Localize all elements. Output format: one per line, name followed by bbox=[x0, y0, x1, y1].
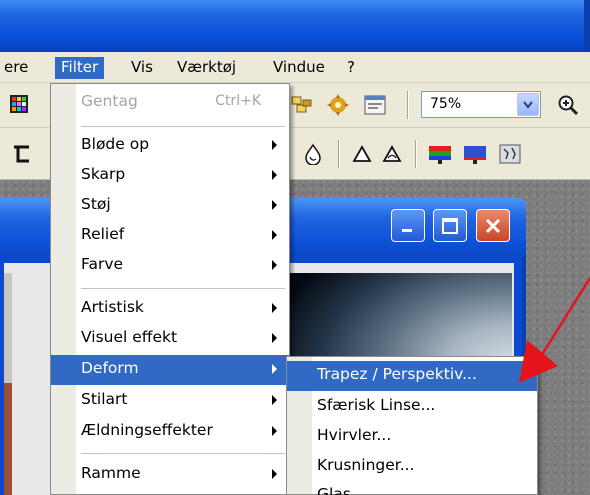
menu-item-label: Deform bbox=[81, 359, 139, 377]
menu-help[interactable]: ? bbox=[347, 57, 355, 79]
menu-item-label: Hvirvler... bbox=[317, 426, 392, 444]
submenu-arrow-icon bbox=[272, 303, 277, 313]
gradient-bar-icon[interactable] bbox=[461, 141, 489, 167]
menu-item-label: Trapez / Perspektiv... bbox=[317, 365, 477, 383]
submenu-arrow-icon bbox=[272, 395, 277, 405]
menu-rediger[interactable]: ere bbox=[4, 57, 28, 79]
sharpen-triangle-icon[interactable] bbox=[349, 141, 375, 167]
menu-item-label: Støj bbox=[81, 195, 111, 213]
menu-item-gentag[interactable]: Gentag Ctrl+K bbox=[51, 88, 289, 118]
photo-roof bbox=[4, 383, 12, 495]
menu-item-hvirvler[interactable]: Hvirvler... bbox=[287, 422, 537, 452]
menu-separator bbox=[81, 126, 285, 127]
submenu-arrow-icon bbox=[272, 333, 277, 343]
submenu-arrow-icon bbox=[272, 260, 277, 270]
menu-vis[interactable]: Vis bbox=[131, 57, 153, 79]
menu-item-artistisk[interactable]: Artistisk bbox=[51, 294, 289, 324]
menu-item-skarp[interactable]: Skarp bbox=[51, 161, 289, 191]
menu-item-label: Skarp bbox=[81, 165, 126, 183]
close-button[interactable] bbox=[476, 209, 510, 242]
menu-vindue[interactable]: Vindue bbox=[273, 57, 325, 79]
window-panel-icon[interactable] bbox=[363, 93, 387, 117]
menu-item-label: Farve bbox=[81, 255, 124, 273]
submenu-arrow-icon bbox=[272, 426, 277, 436]
menu-item-stoej[interactable]: Støj bbox=[51, 191, 289, 221]
zoom-combobox[interactable]: 75% bbox=[421, 91, 541, 118]
menu-separator bbox=[81, 453, 285, 454]
maximize-button[interactable] bbox=[433, 209, 467, 242]
menu-item-label: Glas... bbox=[317, 485, 366, 495]
zoom-in-icon[interactable] bbox=[555, 92, 581, 118]
toolbar-separator bbox=[338, 140, 340, 168]
menu-item-glas[interactable]: Glas... bbox=[287, 481, 537, 495]
menu-item-label: Bløde op bbox=[81, 135, 150, 153]
submenu-arrow-icon bbox=[272, 200, 277, 210]
submenu-arrow-icon bbox=[272, 364, 277, 374]
color-grid-icon[interactable] bbox=[8, 93, 30, 115]
menu-item-label: Stilart bbox=[81, 390, 128, 408]
app-title-bar bbox=[0, 0, 590, 52]
chevron-down-icon[interactable] bbox=[517, 93, 539, 116]
menu-filter[interactable]: Filter bbox=[55, 57, 105, 79]
maximize-icon bbox=[442, 217, 458, 234]
menu-bar: ere Filter Vis Værktøj Vindue ? bbox=[0, 52, 590, 83]
menu-item-farve[interactable]: Farve bbox=[51, 251, 289, 281]
submenu-arrow-icon bbox=[272, 140, 277, 150]
effects-gear-icon[interactable] bbox=[325, 92, 351, 118]
minimize-icon bbox=[402, 228, 412, 232]
menu-item-deform[interactable]: Deform bbox=[51, 355, 289, 385]
crop-corner-icon[interactable] bbox=[10, 142, 36, 166]
texture-frame-icon[interactable] bbox=[496, 141, 524, 167]
menu-item-label: Gentag bbox=[81, 92, 138, 110]
menu-item-sfaerisk-linse[interactable]: Sfærisk Linse... bbox=[287, 392, 537, 422]
deform-submenu: Trapez / Perspektiv... Sfærisk Linse... … bbox=[286, 356, 538, 495]
color-bar-icon[interactable] bbox=[426, 141, 454, 167]
zoom-value: 75% bbox=[430, 96, 462, 112]
blur-drop-icon[interactable] bbox=[300, 141, 326, 167]
menu-item-ramme[interactable]: Ramme bbox=[51, 460, 289, 490]
submenu-arrow-icon bbox=[272, 469, 277, 479]
menu-item-label: Relief bbox=[81, 225, 125, 243]
photo-building-edge bbox=[4, 273, 12, 495]
menu-vaerktoej[interactable]: Værktøj bbox=[177, 57, 236, 79]
toolbar-separator bbox=[407, 91, 409, 119]
submenu-arrow-icon bbox=[272, 230, 277, 240]
menu-item-stilart[interactable]: Stilart bbox=[51, 386, 289, 416]
menu-item-aeldningseffekter[interactable]: Ældningseffekter bbox=[51, 417, 289, 447]
menu-item-shortcut: Ctrl+K bbox=[215, 93, 261, 109]
minimize-button[interactable] bbox=[391, 209, 425, 242]
menu-item-label: Visuel effekt bbox=[81, 328, 178, 346]
close-icon bbox=[485, 218, 501, 233]
menu-item-label: Sfærisk Linse... bbox=[317, 396, 436, 414]
smudge-triangle-icon[interactable] bbox=[379, 141, 405, 167]
menu-item-bloede-op[interactable]: Bløde op bbox=[51, 131, 289, 161]
submenu-arrow-icon bbox=[272, 170, 277, 180]
menu-item-visuel-effekt[interactable]: Visuel effekt bbox=[51, 324, 289, 354]
menu-item-trapez-perspektiv[interactable]: Trapez / Perspektiv... bbox=[287, 361, 537, 391]
menu-item-label: Krusninger... bbox=[317, 456, 415, 474]
menu-item-label: Ældningseffekter bbox=[81, 421, 213, 439]
menu-item-relief[interactable]: Relief bbox=[51, 221, 289, 251]
title-bar-edge bbox=[584, 0, 590, 52]
filter-menu: Gentag Ctrl+K Bløde op Skarp Støj Relief… bbox=[50, 83, 290, 495]
toolbar-separator bbox=[415, 140, 417, 168]
menu-separator bbox=[81, 288, 285, 289]
menu-item-label: Artistisk bbox=[81, 298, 144, 316]
menu-item-krusninger[interactable]: Krusninger... bbox=[287, 452, 537, 482]
layers-icon[interactable] bbox=[290, 93, 314, 117]
menu-item-label: Ramme bbox=[81, 464, 141, 482]
